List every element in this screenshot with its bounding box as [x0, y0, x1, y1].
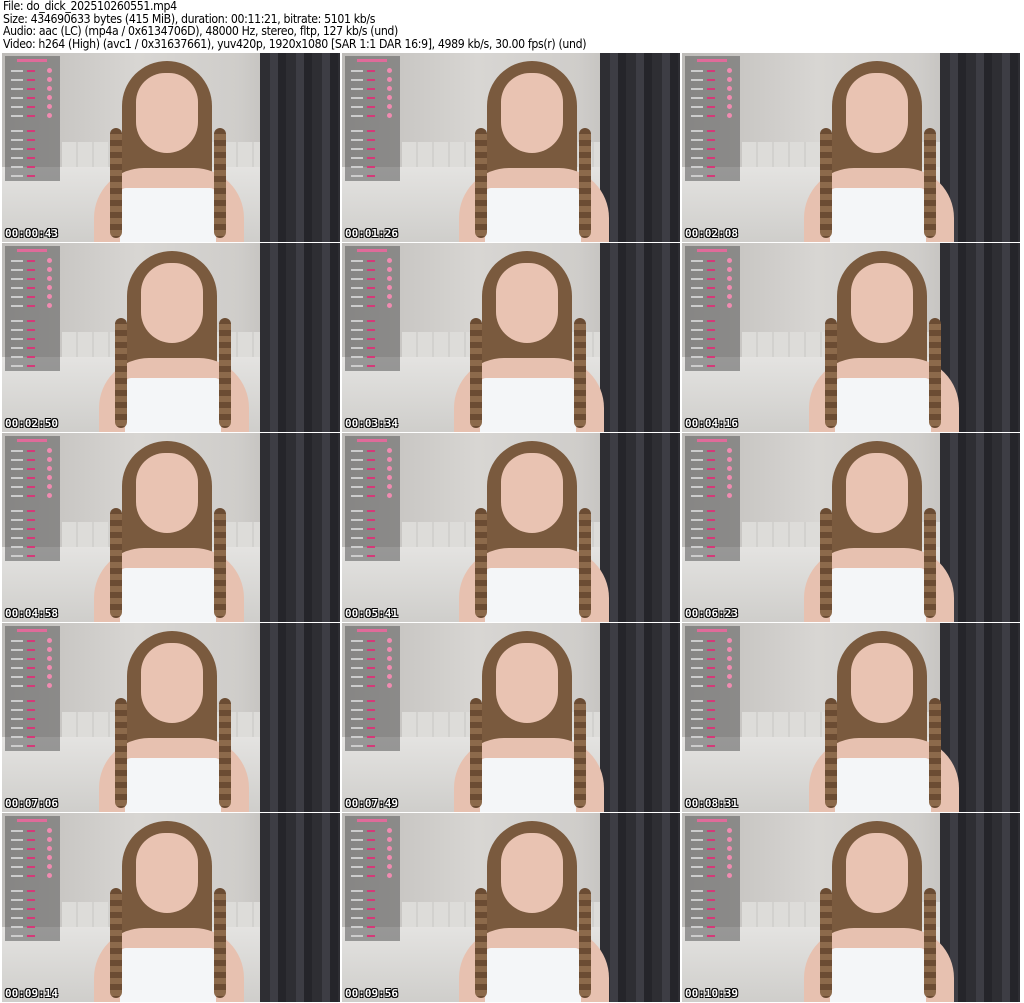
video-thumbnail: 00:01:26 — [342, 53, 680, 242]
overlay-panel — [345, 436, 400, 561]
person — [367, 433, 680, 622]
timestamp: 00:01:26 — [345, 227, 398, 240]
video-thumbnail: 00:05:41 — [342, 433, 680, 622]
person — [367, 813, 680, 1002]
file-name: File: do_dick_202510260551.mp4 — [3, 0, 177, 13]
timestamp: 00:03:34 — [345, 417, 398, 430]
video-thumbnail: 00:09:56 — [342, 813, 680, 1002]
video-thumbnail: 00:02:50 — [2, 243, 340, 432]
overlay-panel — [685, 626, 740, 751]
timestamp: 00:10:39 — [685, 987, 738, 1000]
overlay-panel — [5, 436, 60, 561]
video-thumbnail: 00:09:14 — [2, 813, 340, 1002]
overlay-panel — [345, 246, 400, 371]
timestamp: 00:07:06 — [5, 797, 58, 810]
timestamp: 00:08:31 — [685, 797, 738, 810]
timestamp: 00:09:14 — [5, 987, 58, 1000]
timestamp: 00:02:08 — [685, 227, 738, 240]
overlay-panel — [5, 246, 60, 371]
person — [362, 243, 680, 432]
person — [362, 623, 680, 812]
timestamp: 00:05:41 — [345, 607, 398, 620]
video-thumbnail: 00:08:31 — [682, 623, 1020, 812]
video-thumbnail: 00:06:23 — [682, 433, 1020, 622]
person — [717, 623, 1020, 812]
timestamp: 00:02:50 — [5, 417, 58, 430]
overlay-panel — [5, 816, 60, 941]
person — [367, 53, 680, 242]
overlay-panel — [5, 56, 60, 181]
overlay-panel — [685, 816, 740, 941]
timestamp: 00:04:58 — [5, 607, 58, 620]
video-info: Video: h264 (High) (avc1 / 0x31637661), … — [3, 37, 587, 52]
video-thumbnail: 00:03:34 — [342, 243, 680, 432]
timestamp: 00:09:56 — [345, 987, 398, 1000]
person — [712, 53, 1020, 242]
video-thumbnail: 00:02:08 — [682, 53, 1020, 242]
person — [712, 433, 1020, 622]
overlay-panel — [685, 246, 740, 371]
file-info-header: File: do_dick_202510260551.mp4 Size: 434… — [3, 0, 587, 52]
video-thumbnail: 00:07:06 — [2, 623, 340, 812]
overlay-panel — [345, 816, 400, 941]
timestamp: 00:00:43 — [5, 227, 58, 240]
person — [717, 243, 1020, 432]
overlay-panel — [5, 626, 60, 751]
video-thumbnail: 00:07:49 — [342, 623, 680, 812]
overlay-panel — [345, 626, 400, 751]
person — [712, 813, 1020, 1002]
overlay-panel — [345, 56, 400, 181]
video-thumbnail: 00:04:58 — [2, 433, 340, 622]
video-thumbnail: 00:10:39 — [682, 813, 1020, 1002]
timestamp: 00:04:16 — [685, 417, 738, 430]
video-thumbnail: 00:04:16 — [682, 243, 1020, 432]
timestamp: 00:06:23 — [685, 607, 738, 620]
overlay-panel — [685, 56, 740, 181]
thumbnail-grid: 00:00:43 00:01:26 00:02:08 00:02:50 00:0… — [2, 53, 1022, 1003]
timestamp: 00:07:49 — [345, 797, 398, 810]
overlay-panel — [685, 436, 740, 561]
video-thumbnail: 00:00:43 — [2, 53, 340, 242]
